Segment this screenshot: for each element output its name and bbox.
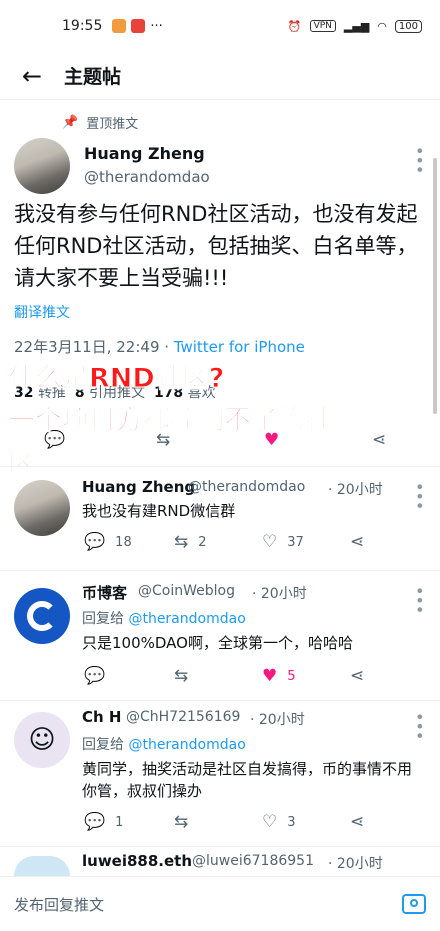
like-count: 37 [287,534,304,550]
share-icon: ⋖ [350,812,365,832]
share-button[interactable]: ⋖ [372,430,386,450]
alarm-icon: ⏰ [287,19,302,33]
reply-text: 只是100%DAO啊，全球第一个，哈哈哈 [82,634,353,652]
reply-time: · 20小时 [328,482,383,498]
reply-to-line: 回复给 @therandomdao [82,734,246,754]
like-button[interactable]: ♡ 3 [262,812,296,832]
more-icon[interactable]: ••• [410,712,429,740]
coinweblog-logo-icon [27,601,57,631]
reply-author-handle[interactable]: @ChH72156169 [126,709,240,725]
status-bar: 19:55 ··· ⏰ VPN ▂▄▆ ◠ 100 [0,0,440,52]
pinned-label: 📌 置顶推文 [62,113,138,132]
heart-icon: ♡ [262,532,278,552]
status-extra: ··· [150,18,163,34]
reply-time: · 20小时 [250,712,305,728]
reply-to-handle[interactable]: @therandomdao [128,737,245,753]
app-notification-icon [131,19,146,33]
thread-header: ← 主题帖 [0,52,440,100]
avatar[interactable] [14,480,70,536]
author-name[interactable]: Huang Zheng [84,144,205,163]
author-handle[interactable]: @therandomdao [84,168,210,186]
camera-icon[interactable] [402,894,426,914]
reply-count: 18 [115,534,132,550]
pin-icon: 📌 [62,115,79,130]
share-button[interactable]: ⋖ [350,532,364,552]
reply-author-name[interactable]: 币博客 [82,582,127,603]
status-icons: ⏰ VPN ▂▄▆ ◠ 100 [287,19,422,33]
reply-icon: 💬 [84,666,106,686]
more-icon[interactable]: ••• [410,482,429,510]
tweet-text: 我没有参与任何RND社区活动，也没有发起任何RND社区活动，包括抽奖、白名单等，… [14,202,418,290]
battery-icon: 100 [394,19,422,33]
reply-button[interactable]: 💬 [84,666,105,686]
reply-input[interactable]: 发布回复推文 [14,894,104,915]
wifi-icon: ◠ [377,19,387,33]
divider [0,570,440,571]
reply-time: · 20小时 [252,586,307,602]
status-time: 19:55 [62,18,103,34]
avatar[interactable] [14,138,70,194]
reply-author-handle[interactable]: @CoinWeblog [138,583,235,599]
tweet-date: 22年3月11日, 22:49 · [14,338,174,356]
like-button[interactable]: ♡ 37 [262,532,304,552]
reply-author-handle[interactable]: @therandomdao [188,479,305,495]
share-button[interactable]: ⋖ [350,812,364,832]
retweet-button[interactable]: ⇆ [174,666,188,686]
tweet-source[interactable]: Twitter for iPhone [174,338,305,356]
retweet-icon: ⇆ [174,532,189,552]
share-icon: ⋖ [372,430,387,450]
cartoon-face-icon: ☺ [28,725,56,755]
reply-button[interactable]: 💬 1 [84,812,123,832]
vpn-badge: VPN [309,20,336,32]
retweet-button[interactable]: ⇆ 2 [174,532,207,552]
translate-link[interactable]: 翻译推文 [14,302,70,322]
reply-to-line: 回复给 @therandomdao [82,608,246,628]
heart-icon: ♡ [262,812,278,832]
like-button[interactable]: ♥ 5 [262,666,296,686]
reply-text: 黄同学，抽奖活动是社区自发搞得，币的事情不用你管，叔叔们操办 [82,760,413,800]
more-icon[interactable]: ••• [410,586,429,614]
retweet-icon: ⇆ [174,812,189,832]
share-button[interactable]: ⋖ [350,666,364,686]
reply-author-handle[interactable]: @luwei67186951 [192,853,314,869]
share-icon: ⋖ [350,532,365,552]
reply-author-name[interactable]: Ch H [82,708,121,726]
like-count: 5 [287,668,296,684]
tweet-meta: 22年3月11日, 22:49 · Twitter for iPhone [14,336,305,357]
page-title: 主题帖 [64,66,122,88]
reply-to-handle[interactable]: @therandomdao [128,611,245,627]
reply-time: · 20小时 [328,856,383,872]
reply-author-name[interactable]: Huang Zheng [82,478,195,496]
retweet-count: 2 [198,534,207,550]
reply-icon: 💬 [84,812,106,832]
avatar[interactable] [14,588,70,644]
retweet-button[interactable]: ⇆ [174,812,188,832]
signal-icon: ▂▄▆ [343,19,370,33]
reply-icon: 💬 [84,532,106,552]
reply-author-name[interactable]: luwei888.eth [82,852,192,870]
share-icon: ⋖ [350,666,365,686]
back-button[interactable]: ← [0,62,64,90]
heart-icon: ♥ [262,666,278,686]
reply-text: 我也没有建RND微信群 [82,502,236,520]
overlay-caption-line3: 区 [8,447,36,479]
like-count: 3 [287,814,296,830]
divider [0,700,440,701]
divider [0,846,440,847]
app-notification-icon [112,19,127,33]
reply-to-label: 回复给 [82,737,129,753]
divider [0,466,440,467]
avatar[interactable]: ☺ [14,712,70,768]
reply-count: 1 [115,814,124,830]
reply-compose-bar[interactable]: 发布回复推文 [0,876,440,931]
overlay-caption-line1: 什么是RND社区? [7,363,225,395]
avatar[interactable] [14,856,70,876]
overlay-caption-line2: 一个项目方都控制不了的社 [8,405,333,437]
pinned-text: 置顶推文 [86,117,139,132]
reply-to-label: 回复给 [82,611,129,627]
scrollbar[interactable] [433,158,437,414]
more-icon[interactable]: ••• [410,146,429,174]
reply-button[interactable]: 💬 18 [84,532,132,552]
retweet-icon: ⇆ [174,666,189,686]
